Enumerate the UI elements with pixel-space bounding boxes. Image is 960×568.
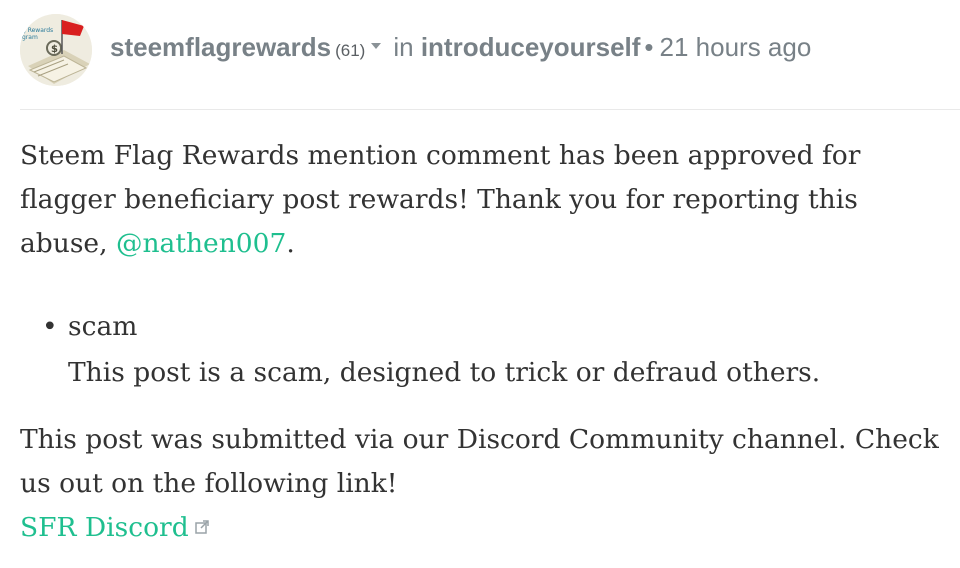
avatar-text-1: g Rewards (22, 27, 53, 34)
discord-link[interactable]: SFR Discord (20, 512, 209, 543)
discord-paragraph: This post was submitted via our Discord … (20, 418, 940, 550)
timestamp[interactable]: 21 hours ago (660, 32, 812, 62)
discord-link-label: SFR Discord (20, 512, 189, 543)
list-item-title: scam (68, 311, 138, 342)
reputation-badge: (61) (335, 41, 366, 60)
in-label: in (393, 32, 414, 62)
category-link[interactable]: introduceyourself (421, 32, 641, 62)
chevron-down-icon[interactable] (371, 43, 382, 50)
avatar-text-2: gram (22, 34, 38, 41)
comment-header: $ g Rewards gram steemflagrewards (61) in … (0, 0, 960, 110)
avatar[interactable]: $ g Rewards gram (20, 14, 92, 86)
comment-meta: steemflagrewards (61) in introduceyourself… (110, 32, 811, 63)
avatar-image: $ g Rewards gram (20, 14, 92, 86)
svg-text:$: $ (51, 44, 58, 55)
header-divider (20, 109, 960, 110)
author-link[interactable]: steemflagrewards (110, 32, 331, 62)
approval-end: . (286, 228, 295, 259)
list-item-description: This post is a scam, designed to trick o… (68, 357, 821, 388)
mention-link[interactable]: @nathen007 (116, 228, 286, 259)
list-bullet: • (42, 311, 58, 342)
approval-paragraph: Steem Flag Rewards mention comment has b… (20, 134, 940, 266)
discord-text: This post was submitted via our Discord … (20, 424, 939, 499)
external-link-icon (194, 520, 209, 534)
separator-dot: • (644, 32, 654, 62)
